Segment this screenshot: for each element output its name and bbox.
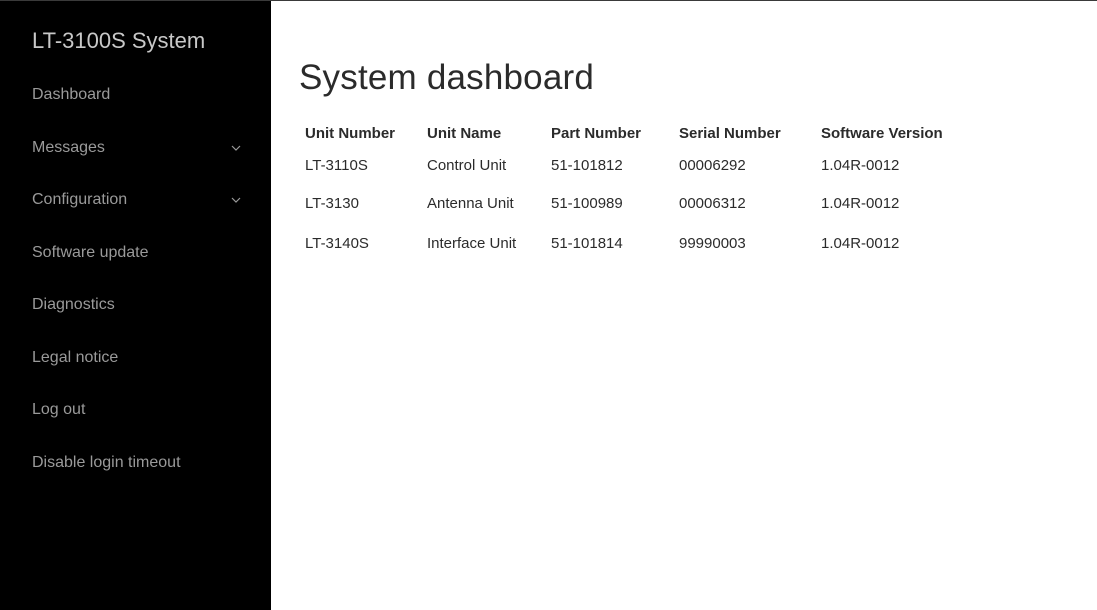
sidebar-item-label: Disable login timeout [32, 453, 181, 471]
column-header-unit-number: Unit Number [305, 124, 395, 142]
cell-unit-name: Control Unit [427, 156, 507, 174]
cell-unit-number: LT-3130 [305, 194, 359, 212]
sidebar-item-messages[interactable]: Messages [32, 135, 243, 188]
table-row: LT-3110S Control Unit 51-101812 00006292… [305, 147, 950, 183]
column-header-part-number: Part Number [551, 124, 642, 142]
table-row: LT-3130 Antenna Unit 51-100989 00006312 … [305, 183, 950, 223]
units-table: Unit Number Unit Name Part Number Serial… [305, 119, 950, 263]
cell-software-version: 1.04R-0012 [821, 156, 900, 174]
cell-part-number: 51-101814 [551, 234, 623, 252]
cell-part-number: 51-101812 [551, 156, 623, 174]
sidebar-item-label: Software update [32, 243, 149, 261]
cell-part-number: 51-100989 [551, 194, 623, 212]
cell-unit-name: Antenna Unit [427, 194, 514, 212]
table-header-row: Unit Number Unit Name Part Number Serial… [305, 119, 950, 147]
column-header-serial-number: Serial Number [679, 124, 781, 142]
sidebar-nav: Dashboard Messages Configuration Softwar… [32, 82, 243, 502]
sidebar-item-software-update[interactable]: Software update [32, 240, 243, 293]
sidebar-item-label: Legal notice [32, 348, 119, 366]
page-title: System dashboard [299, 58, 595, 97]
sidebar-item-dashboard[interactable]: Dashboard [32, 82, 243, 135]
chevron-down-icon[interactable] [229, 135, 243, 161]
cell-unit-name: Interface Unit [427, 234, 517, 252]
app-window: LT-3100S System Dashboard Messages Confi… [0, 0, 1097, 610]
sidebar-item-label: Dashboard [32, 86, 111, 103]
main-content: System dashboard Unit Number Unit Name P… [271, 1, 1097, 610]
sidebar-item-log-out[interactable]: Log out [32, 397, 243, 450]
cell-software-version: 1.04R-0012 [821, 234, 900, 252]
sidebar-item-disable-login-timeout[interactable]: Disable login timeout [32, 450, 243, 503]
chevron-down-icon[interactable] [229, 187, 243, 213]
sidebar: LT-3100S System Dashboard Messages Confi… [0, 1, 271, 610]
cell-software-version: 1.04R-0012 [821, 194, 900, 212]
sidebar-item-label: Configuration [32, 191, 128, 208]
sidebar-item-legal-notice[interactable]: Legal notice [32, 345, 243, 398]
cell-serial-number: 99990003 [679, 234, 746, 252]
table-row: LT-3140S Interface Unit 51-101814 999900… [305, 223, 950, 263]
app-title: LT-3100S System [32, 28, 206, 53]
column-header-unit-name: Unit Name [427, 124, 502, 142]
cell-unit-number: LT-3140S [305, 234, 369, 252]
sidebar-item-label: Diagnostics [32, 296, 115, 313]
cell-serial-number: 00006292 [679, 156, 746, 174]
sidebar-item-label: Log out [32, 401, 86, 418]
sidebar-item-label: Messages [32, 138, 105, 156]
cell-serial-number: 00006312 [679, 194, 746, 212]
sidebar-item-configuration[interactable]: Configuration [32, 187, 243, 240]
cell-unit-number: LT-3110S [305, 156, 368, 174]
column-header-software-version: Software Version [821, 124, 943, 142]
sidebar-item-diagnostics[interactable]: Diagnostics [32, 292, 243, 345]
